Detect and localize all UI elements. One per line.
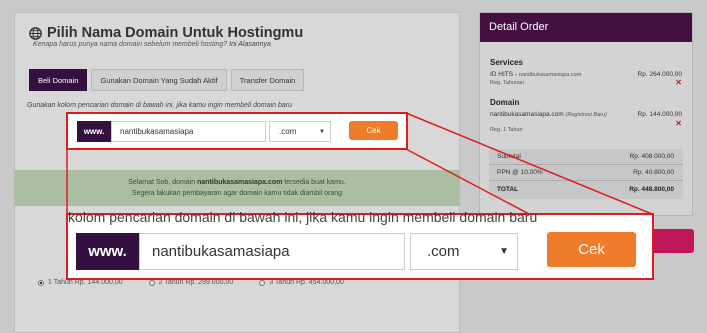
services-heading: Services [490, 58, 523, 67]
zoom-ghost-hint: kolom pencarian domain di bawah ini, jik… [68, 209, 538, 225]
period-options: 1 Tahun Rp. 144.000,00 2 Tahun Rp. 299.0… [38, 279, 370, 286]
chevron-down-icon: ▼ [319, 128, 325, 135]
www-prefix: www. [77, 121, 111, 142]
domain-item-period: Reg. 1 Tahun [490, 127, 523, 133]
domain-item-note: (Registrasi Baru) [565, 112, 607, 118]
domain-item-price: Rp. 144.000,00 [637, 111, 682, 118]
total-label: TOTAL [497, 186, 519, 193]
tld-value-zoom: .com [427, 243, 460, 260]
period-option-3[interactable]: 3 Tahun Rp. 454.000,00 [259, 279, 344, 286]
available-domain: nantibukasamasiapa.com [197, 179, 283, 186]
summary-divider [489, 180, 683, 181]
period-label: 2 Tahun Rp. 299.000,00 [158, 279, 234, 286]
domain-heading: Domain [490, 98, 520, 107]
cek-button[interactable]: Cek [349, 121, 398, 140]
availability-before: Selamat Sob, domain [128, 179, 196, 186]
ppn-row: PPN @ 10.00% Rp. 40.800,00 [497, 169, 674, 176]
service-period: Reg. Tahunan [490, 80, 525, 86]
domain-search-bar-zoom: kolom pencarian domain di bawah ini, jik… [66, 209, 654, 280]
period-label: 1 Tahun Rp. 144.000,00 [48, 279, 123, 286]
remove-service-icon[interactable]: ✕ [675, 78, 682, 87]
ppn-value: Rp. 40.800,00 [633, 169, 674, 176]
ppn-label: PPN @ 10.00% [497, 169, 543, 176]
page-subtitle: Kenapa harus punya nama domain sebelum m… [33, 41, 271, 48]
availability-line-1: Selamat Sob, domain nantibukasamasiapa.c… [14, 177, 460, 188]
chevron-down-icon: ▼ [499, 246, 509, 257]
subtitle-text: Kenapa harus punya nama domain sebelum m… [33, 41, 228, 48]
remove-domain-icon[interactable]: ✕ [675, 119, 682, 128]
order-panel: Detail Order Services ID HITS - nantibuk… [479, 12, 693, 216]
availability-line-2: Segera lakukan pembayaran agar domain ka… [131, 190, 343, 197]
radio-2-tahun[interactable] [148, 279, 155, 286]
order-title: Detail Order [480, 13, 692, 42]
tab-beli-domain[interactable]: Beli Domain [29, 69, 88, 91]
availability-after: tersedia buat kamu. [284, 179, 346, 186]
title-row: Pilih Nama Domain Untuk Hostingmu [29, 25, 303, 41]
period-option-1[interactable]: 1 Tahun Rp. 144.000,00 [38, 279, 123, 286]
tld-value: .com [279, 127, 297, 136]
radio-3-tahun[interactable] [259, 279, 266, 286]
cek-button-zoom[interactable]: Cek [547, 232, 636, 267]
tld-select-zoom[interactable]: .com ▼ [410, 233, 518, 270]
subtotal-value: Rp. 408.000,00 [629, 153, 674, 160]
domain-input[interactable]: nantibukasamasiapa [111, 121, 266, 142]
tab-transfer-domain[interactable]: Transfer Domain [230, 69, 305, 91]
domain-item-domain: nantibukasamasiapa.com [490, 111, 564, 118]
subtotal-label: Subtotal [497, 153, 521, 160]
total-value: Rp. 448.800,00 [629, 186, 674, 193]
availability-message: Selamat Sob, domain nantibukasamasiapa.c… [14, 170, 460, 206]
subtotal-row: Subtotal Rp. 408.000,00 [497, 153, 674, 160]
tld-select[interactable]: .com ▼ [269, 121, 331, 142]
service-plan: ID HITS [490, 71, 514, 78]
domain-search-bar: www. nantibukasamasiapa .com ▼ Cek [66, 112, 408, 150]
domain-input-zoom[interactable]: nantibukasamasiapa [139, 233, 405, 270]
domain-item-name: nantibukasamasiapa.com (Registrasi Baru) [490, 111, 607, 118]
tab-domain-aktif[interactable]: Gunakan Domain Yang Sudah Aktif [91, 69, 227, 91]
period-label: 3 Tahun Rp. 454.000,00 [269, 279, 344, 286]
page-title: Pilih Nama Domain Untuk Hostingmu [47, 25, 304, 41]
service-domain: nantibukasamasiapa.com [518, 72, 582, 78]
domain-tabs: Beli Domain Gunakan Domain Yang Sudah Ak… [29, 69, 308, 91]
radio-1-tahun[interactable] [38, 279, 44, 286]
period-option-2[interactable]: 2 Tahun Rp. 299.000,00 [148, 279, 234, 286]
summary-divider [489, 164, 683, 165]
www-prefix-zoom: www. [76, 233, 139, 270]
service-price: Rp. 264.000,00 [637, 71, 682, 78]
total-row: TOTAL Rp. 448.800,00 [497, 186, 674, 193]
globe-icon [29, 26, 42, 40]
service-name: ID HITS - nantibukasamasiapa.com [490, 71, 582, 78]
search-hint: Gunakan kolom pencarian domain di bawah … [27, 102, 292, 109]
subtitle-link[interactable]: Ini Alasannya [229, 41, 271, 48]
